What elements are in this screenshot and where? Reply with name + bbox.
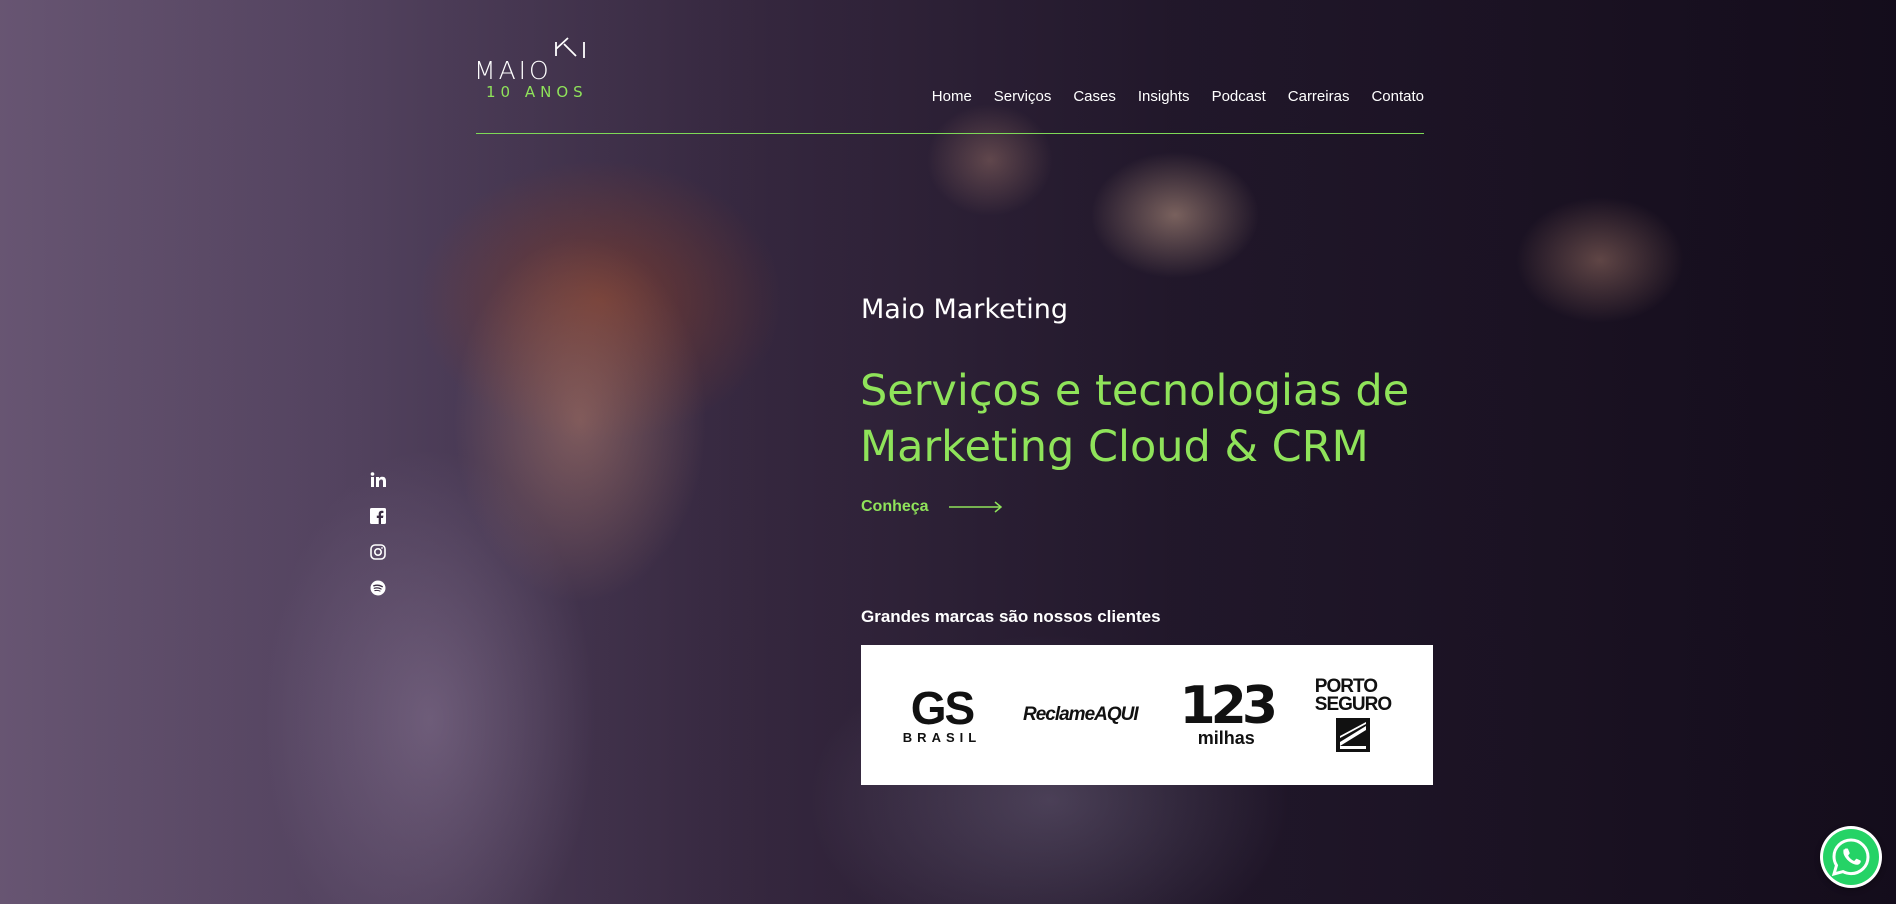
milhas-logo-number: 123 [1179,676,1278,736]
gs-logo-main: GS [910,681,975,734]
milhas-logo-text: milhas [1197,728,1255,748]
cta-label: Conheça [861,498,929,515]
client-logo-123milhas: 123 milhas [1179,676,1278,748]
header-divider [476,133,1424,134]
nav-carreiras[interactable]: Carreiras [1288,88,1350,105]
nav-podcast[interactable]: Podcast [1212,88,1266,105]
cta-conheca-button[interactable]: Conheça [861,498,1003,516]
porto-seguro-flag-icon [1335,718,1370,752]
main-nav: Home Serviços Cases Insights Podcast Car… [932,88,1424,105]
nav-cases[interactable]: Cases [1073,88,1116,105]
nav-home[interactable]: Home [932,88,972,105]
hero-eyebrow: Maio Marketing [861,294,1069,325]
clients-logos: GS BRASIL ReclameAQUI 123 milhas PORTO S… [861,645,1433,785]
nav-contato[interactable]: Contato [1371,88,1424,105]
linkedin-icon[interactable] [368,470,388,490]
whatsapp-button[interactable] [1820,826,1882,888]
client-logo-reclameaqui: ReclameAQUI [1022,704,1139,726]
logo-anniversary: 10 ANOS [486,83,588,101]
client-logo-porto-seguro: PORTO SEGURO [1314,677,1392,752]
clients-title: Grandes marcas são nossos clientes [861,607,1161,626]
porto-logo-line2: SEGURO [1314,694,1392,715]
gs-logo-sub: BRASIL [902,729,982,745]
instagram-icon[interactable] [368,542,388,562]
nav-servicos[interactable]: Serviços [994,88,1052,105]
whatsapp-icon [1823,829,1879,885]
site-logo[interactable]: MAIO 10 ANOS [474,34,594,104]
spotify-icon[interactable] [368,578,388,598]
logo-mark-icon [555,37,585,58]
nav-insights[interactable]: Insights [1138,88,1190,105]
facebook-icon[interactable] [368,506,388,526]
social-links [368,470,388,598]
client-logo-gs-brasil: GS BRASIL [902,681,982,745]
arrow-right-icon [948,501,1002,513]
hero-headline: Serviços e tecnologias de Marketing Clou… [860,366,1410,472]
reclameaqui-logo-text: ReclameAQUI [1022,704,1139,725]
logo-text: MAIO [474,56,552,85]
